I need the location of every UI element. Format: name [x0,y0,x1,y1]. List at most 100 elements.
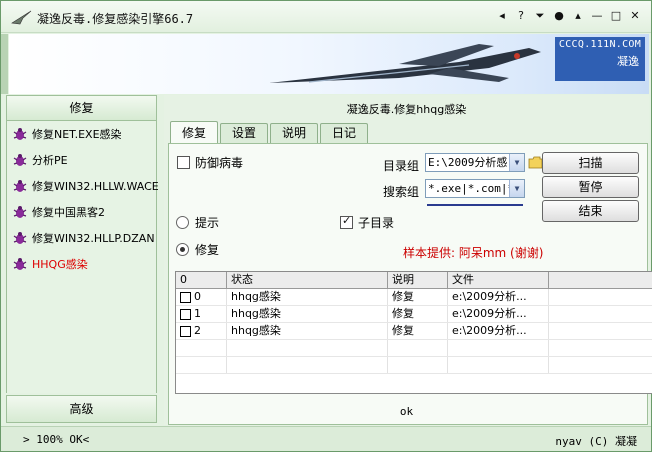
sample-note: 样本提供: 阿呆mm (谢谢) [403,246,544,260]
row-index-cell: 1 [176,306,227,322]
defense-label: 防御病毒 [195,156,244,170]
minimize-icon[interactable]: — [591,8,603,24]
maximize-icon[interactable]: □ [610,8,622,24]
dot-icon[interactable]: ● [553,8,565,24]
banner-brand: 凝逸 [617,55,639,68]
sidebar-item-label: HHQG感染 [32,258,88,271]
row-desc-cell: 修复 [388,306,448,322]
table-row[interactable]: 1 hhqg感染 修复 e:\2009分析... [176,306,652,323]
up-icon[interactable]: ▴ [572,8,584,24]
search-combo[interactable]: *.exe|*.com|* ▼ [425,179,525,198]
banner: CCCQ.111N.COM 凝逸 [9,34,649,94]
banner-logo: CCCQ.111N.COM 凝逸 [555,37,645,81]
table-row[interactable]: 2 hhqg感染 修复 e:\2009分析... [176,323,652,340]
col-header-extra[interactable] [549,272,652,288]
tab-bar: 修复 设置 说明 日记 [170,121,369,143]
row-id: 1 [194,307,201,320]
sidebar-footer-advanced[interactable]: 高级 [6,395,157,423]
row-extra-cell [549,323,652,339]
pause-button[interactable]: 暂停 [542,176,639,198]
row-index-cell: 0 [176,289,227,305]
radio-repair-label: 修复 [195,243,220,257]
main-panel: 凝逸反毒.修复hhqg感染 修复 设置 说明 日记 防御病毒 目录组 E:\20… [164,95,652,425]
tab-content: 防御病毒 目录组 E:\2009分析感 ▼ 搜索组 *.exe|*.com|* … [168,143,652,425]
help-icon[interactable]: ? [515,8,527,24]
sidebar-item-hllp-dzan[interactable]: 修复WIN32.HLLP.DZAN [13,228,155,248]
radio-prompt[interactable] [176,216,189,229]
row-checkbox[interactable] [180,308,191,320]
bug-icon [13,154,27,166]
sidebar-list: 修复NET.EXE感染 分析PE 修复WIN32.HLLW.WACE 修复中国黑… [6,121,159,393]
dir-combo[interactable]: E:\2009分析感 ▼ [425,153,525,172]
row-desc-cell: 修复 [388,289,448,305]
sidebar-item-label: 分析PE [32,154,68,167]
row-status-cell: hhqg感染 [227,289,388,305]
defense-checkbox[interactable] [177,156,190,169]
chevron-down-icon[interactable]: ▼ [509,180,524,197]
tab-help[interactable]: 说明 [270,123,319,143]
sidebar-item-hhqg[interactable]: HHQG感染 [13,254,88,274]
sidebar-item-label: 修复中国黑客2 [32,206,105,219]
sidebar-item-hllw-wace[interactable]: 修复WIN32.HLLW.WACE [13,176,159,196]
sidebar-item-label: 修复WIN32.HLLP.DZAN [32,232,155,245]
sidebar-item-china-hacker[interactable]: 修复中国黑客2 [13,202,105,222]
col-header-status[interactable]: 状态 [227,272,388,288]
tab-log[interactable]: 日记 [320,123,369,143]
row-status-cell: hhqg感染 [227,306,388,322]
status-progress: > 100% OK< [23,433,90,446]
window-title: 凝逸反毒.修复感染引擎66.7 [37,12,194,26]
dir-combo-value: E:\2009分析感 [428,156,508,169]
app-icon [11,10,32,25]
row-id: 0 [194,290,201,303]
title-bar[interactable]: 凝逸反毒.修复感染引擎66.7 ◂ ? ⏷ ● ▴ — □ ✕ [1,1,651,33]
dropdown-icon[interactable]: ⏷ [534,8,546,24]
scan-button[interactable]: 扫描 [542,152,639,174]
bug-icon [13,206,27,218]
collapse-icon[interactable]: ◂ [496,8,508,24]
sidebar-item-label: 修复NET.EXE感染 [32,128,122,141]
tab-repair[interactable]: 修复 [170,121,219,143]
sidebar-item-net-exe[interactable]: 修复NET.EXE感染 [13,124,122,144]
row-index-cell: 2 [176,323,227,339]
row-desc-cell: 修复 [388,323,448,339]
row-id: 2 [194,324,201,337]
bug-icon [13,180,27,192]
sidebar-item-analyze-pe[interactable]: 分析PE [13,150,68,170]
progress-line [427,204,523,206]
row-checkbox[interactable] [180,325,191,337]
banner-left-edge [1,34,8,94]
search-label: 搜索组 [383,185,420,199]
col-header-index[interactable]: 0 [176,272,227,288]
row-file-cell: e:\2009分析... [448,323,549,339]
subdir-checkbox[interactable] [340,214,353,229]
row-checkbox[interactable] [180,291,191,303]
sidebar-header-repair[interactable]: 修复 [6,95,157,121]
end-button[interactable]: 结束 [542,200,639,222]
left-panel: 修复 修复NET.EXE感染 分析PE 修复WIN32.HLLW.WACE 修复… [6,95,159,425]
results-table: 0 状态 说明 文件 0 hhqg感染 修复 e:\2009分析... 1 hh… [175,271,652,394]
row-status-cell: hhqg感染 [227,323,388,339]
folder-icon[interactable] [528,156,543,169]
bug-icon [13,232,27,244]
table-row-empty [176,357,652,374]
scan-status: ok [399,405,414,418]
col-header-file[interactable]: 文件 [448,272,549,288]
row-extra-cell [549,306,652,322]
table-row[interactable]: 0 hhqg感染 修复 e:\2009分析... [176,289,652,306]
tab-settings[interactable]: 设置 [220,123,269,143]
close-icon[interactable]: ✕ [629,8,641,24]
radio-prompt-label: 提示 [195,216,220,230]
subdir-label: 子目录 [358,216,395,230]
row-file-cell: e:\2009分析... [448,289,549,305]
banner-site: CCCQ.111N.COM [558,39,642,50]
status-bar: > 100% OK< nyav (C) 凝凝 [1,426,651,451]
chevron-down-icon[interactable]: ▼ [509,154,524,171]
col-header-desc[interactable]: 说明 [388,272,448,288]
bug-icon [13,258,27,270]
window-controls: ◂ ? ⏷ ● ▴ — □ ✕ [496,8,641,24]
jet-plane-icon [269,44,541,83]
radio-repair[interactable] [176,243,189,256]
search-combo-value: *.exe|*.com|* [428,182,515,195]
dir-label: 目录组 [383,159,420,173]
status-copyright: nyav (C) 凝凝 [555,435,637,448]
